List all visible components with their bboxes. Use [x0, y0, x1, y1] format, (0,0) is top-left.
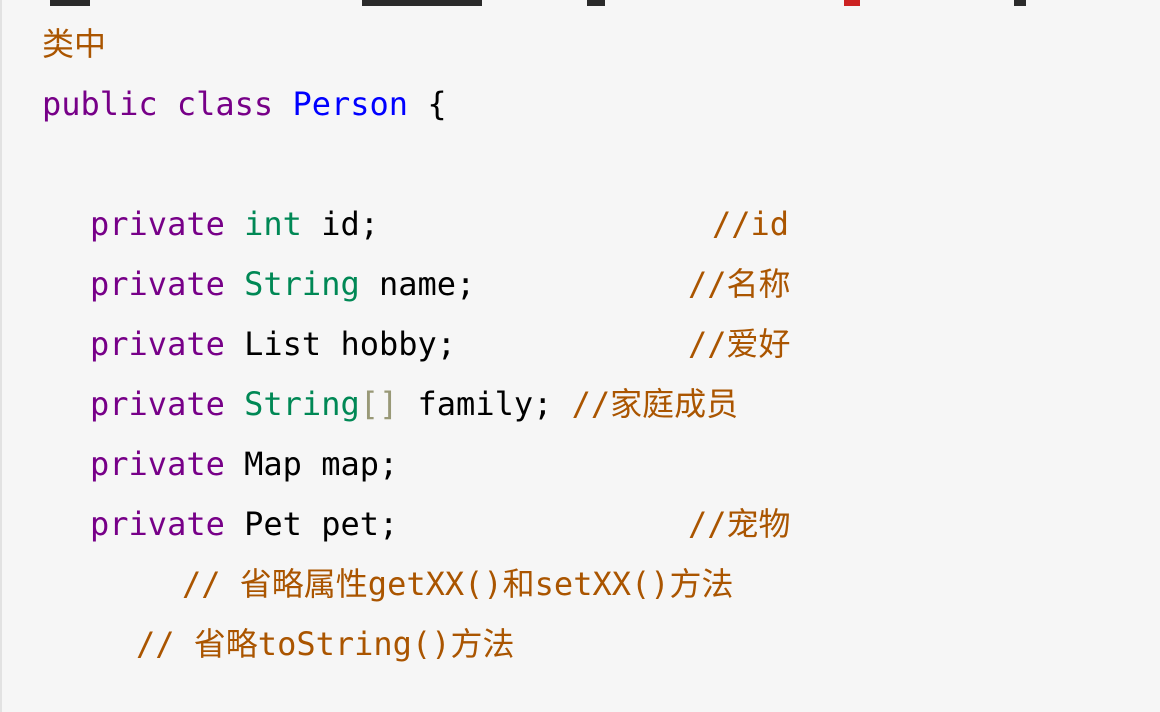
cut-off-text-fragment — [844, 0, 860, 6]
array-brackets: [] — [359, 385, 399, 423]
code-line-4: private String name; — [90, 264, 475, 304]
keyword: private — [90, 325, 225, 363]
field-declaration: Map map; — [244, 445, 399, 483]
field-declaration: family; — [417, 385, 553, 423]
keyword: private — [90, 505, 225, 543]
cut-off-text-fragment — [362, 0, 482, 6]
open-brace: { — [427, 85, 447, 123]
line-comment: //id — [712, 205, 790, 243]
code-line-1: 类中 — [42, 24, 106, 64]
code-line-7: private Map map; — [90, 444, 398, 484]
cut-off-text-fragment — [1014, 0, 1026, 6]
code-line-3: private int id; — [90, 204, 379, 244]
keyword: private — [90, 265, 225, 303]
line-comment: //宠物 — [688, 505, 791, 543]
field-declaration: id; — [321, 205, 379, 243]
keyword: public class — [42, 85, 274, 123]
type-name: int — [244, 205, 302, 243]
cut-off-text-fragment — [587, 0, 605, 6]
code-line-6: private String[] family; //家庭成员 — [90, 384, 738, 424]
field-declaration: name; — [378, 265, 476, 303]
code-line-8: private Pet pet; — [90, 504, 398, 544]
code-line-2: public class Person { — [42, 84, 447, 124]
code-line-10: // 省略toString()方法 — [136, 625, 515, 663]
line-comment: //爱好 — [688, 325, 791, 363]
type-name: String — [244, 385, 360, 423]
type-name: String — [244, 265, 360, 303]
keyword: private — [90, 445, 225, 483]
class-name: Person — [292, 85, 409, 123]
cut-off-text-fragment — [50, 0, 90, 6]
code-block: 类中 public class Person { private int id;… — [0, 0, 1160, 712]
comment-text: 类中 — [42, 25, 107, 63]
field-declaration: Pet pet; — [244, 505, 399, 543]
keyword: private — [90, 385, 225, 423]
code-line-5: private List hobby; — [90, 324, 456, 364]
keyword: private — [90, 205, 225, 243]
line-comment: //家庭成员 — [571, 385, 739, 423]
code-line-9: // 省略属性getXX()和setXX()方法 — [182, 565, 734, 603]
field-declaration: List hobby; — [244, 325, 457, 363]
line-comment: //名称 — [688, 265, 791, 303]
